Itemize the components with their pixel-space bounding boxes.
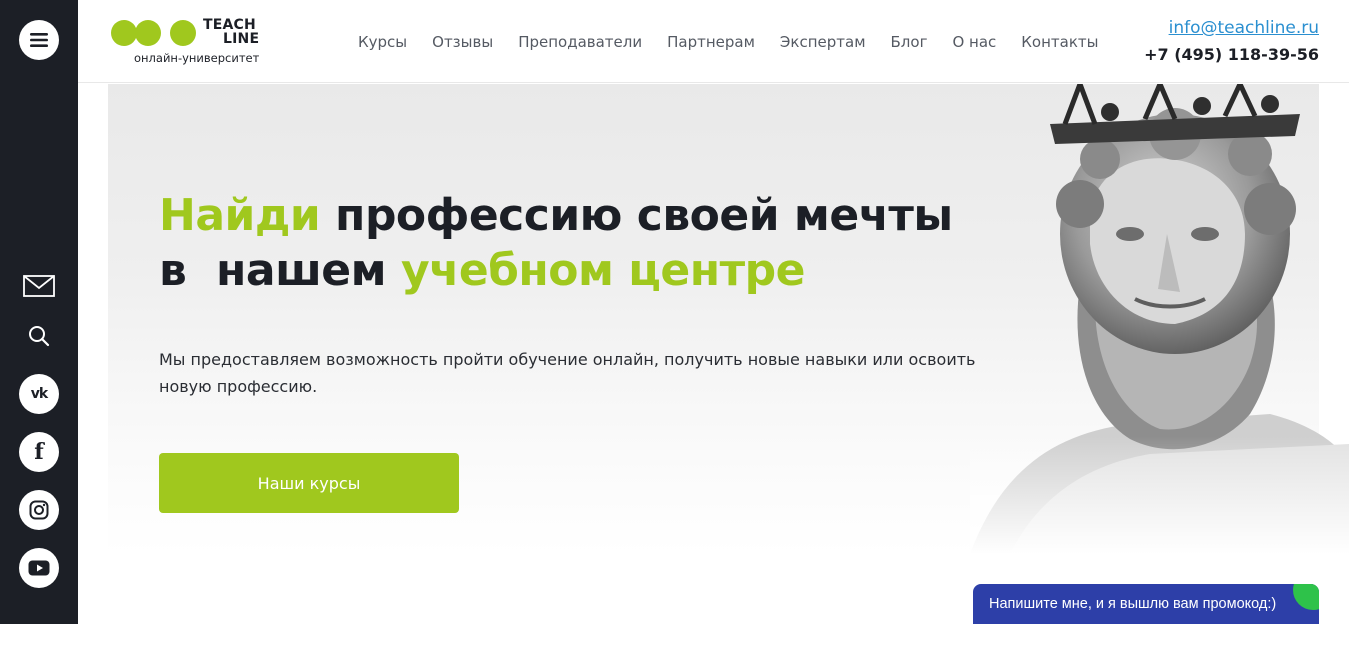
nav-experts[interactable]: Экспертам xyxy=(780,33,866,51)
our-courses-button[interactable]: Наши курсы xyxy=(159,453,459,513)
nav-blog[interactable]: Блог xyxy=(891,33,928,51)
menu-button[interactable] xyxy=(19,20,59,60)
online-status-icon xyxy=(1293,584,1319,610)
logo-word-line2: LINE xyxy=(223,31,260,47)
vk-button[interactable]: vk xyxy=(19,374,59,414)
hero-title-text: в нашем xyxy=(159,245,401,296)
logo-mark xyxy=(111,20,196,46)
logo-subtitle: онлайн-университет xyxy=(134,51,260,65)
instagram-button[interactable] xyxy=(19,490,59,530)
logo-dot xyxy=(111,20,137,46)
email-link[interactable]: info@teachline.ru xyxy=(1144,18,1319,38)
logo-wordmark: TEACH LINE xyxy=(203,18,259,46)
mail-icon xyxy=(23,275,55,297)
vk-icon: vk xyxy=(30,386,48,402)
logo[interactable]: TEACH LINE онлайн-университет xyxy=(111,17,271,67)
hero-title: Найди профессию своей мечты в нашем учеб… xyxy=(159,188,953,298)
youtube-button[interactable] xyxy=(19,548,59,588)
hero-title-highlight: Найди xyxy=(159,190,321,241)
chat-label: Напишите мне, и я вышлю вам промокод:) xyxy=(989,596,1277,612)
main-nav: Курсы Отзывы Преподаватели Партнерам Экс… xyxy=(358,33,1124,51)
statue-image xyxy=(970,84,1349,554)
logo-dot xyxy=(170,20,196,46)
facebook-button[interactable]: f xyxy=(19,432,59,472)
mail-button[interactable] xyxy=(19,270,59,302)
site-header: TEACH LINE онлайн-университет Курсы Отзы… xyxy=(78,0,1349,83)
header-contacts: info@teachline.ru +7 (495) 118-39-56 xyxy=(1144,18,1319,64)
hero-title-text: профессию своей мечты xyxy=(320,190,953,241)
phone-link[interactable]: +7 (495) 118-39-56 xyxy=(1144,45,1319,64)
nav-partners[interactable]: Партнерам xyxy=(667,33,755,51)
logo-dot xyxy=(135,20,161,46)
left-sidebar: vk f xyxy=(0,0,78,624)
hero-title-highlight: учебном центре xyxy=(400,245,806,296)
nav-teachers[interactable]: Преподаватели xyxy=(518,33,642,51)
nav-about[interactable]: О нас xyxy=(952,33,996,51)
nav-contacts[interactable]: Контакты xyxy=(1021,33,1098,51)
menu-icon xyxy=(30,33,48,47)
instagram-icon xyxy=(29,500,49,520)
nav-courses[interactable]: Курсы xyxy=(358,33,407,51)
facebook-icon: f xyxy=(34,439,44,465)
youtube-icon xyxy=(28,560,50,576)
logo-word-line1: TEACH xyxy=(203,17,256,33)
hero-description: Мы предоставляем возможность пройти обуч… xyxy=(159,350,976,396)
search-icon xyxy=(29,326,50,347)
search-button[interactable] xyxy=(19,320,59,352)
chat-widget[interactable]: Напишите мне, и я вышлю вам промокод:) xyxy=(973,584,1319,624)
nav-reviews[interactable]: Отзывы xyxy=(432,33,493,51)
